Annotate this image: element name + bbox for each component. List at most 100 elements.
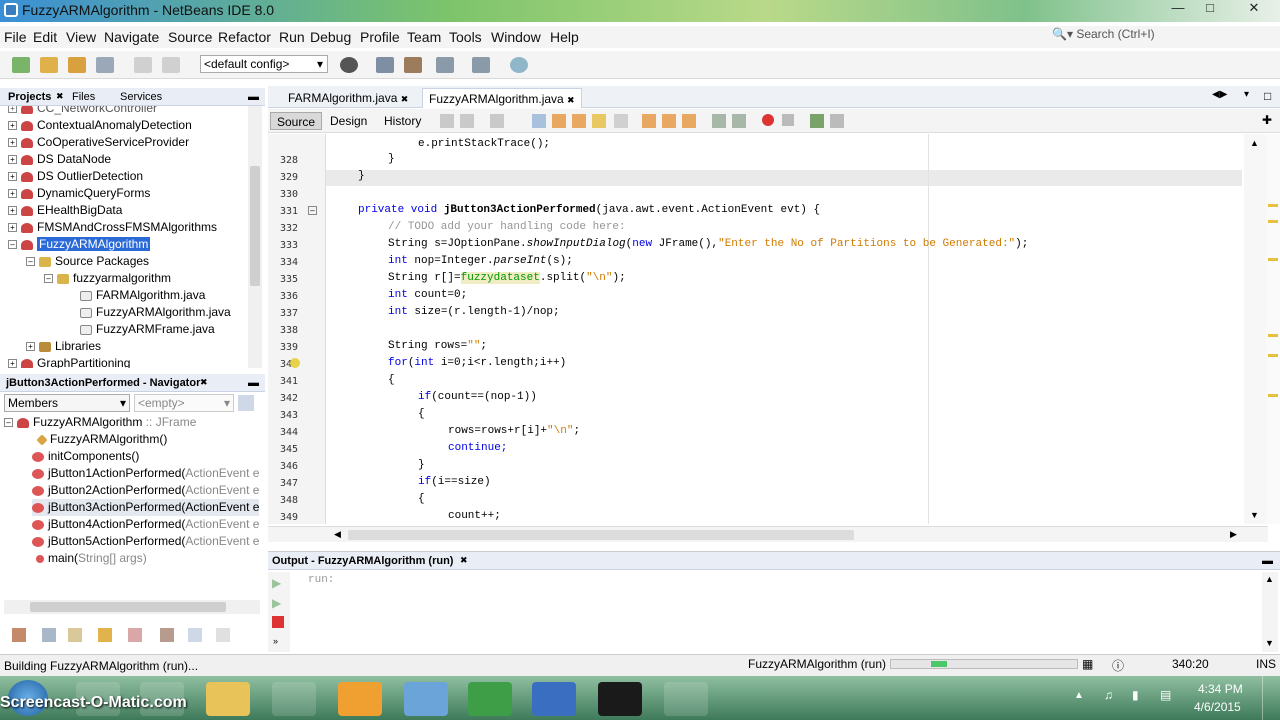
uncomment-icon[interactable] bbox=[830, 114, 844, 128]
tree-item[interactable]: FARMAlgorithm.java bbox=[80, 287, 205, 304]
stop-icon[interactable] bbox=[272, 616, 284, 628]
tree-item[interactable]: + Libraries bbox=[26, 338, 101, 355]
menu-source[interactable]: Source bbox=[168, 29, 212, 45]
menu-team[interactable]: Team bbox=[407, 29, 441, 45]
cancel-task-icon[interactable]: ▦ bbox=[1082, 657, 1093, 671]
member-item[interactable]: initComponents() bbox=[32, 448, 139, 465]
member-item[interactable]: jButton4ActionPerformed(ActionEvent e bbox=[32, 516, 259, 533]
app-taskbar-icon[interactable] bbox=[338, 682, 382, 716]
clock-time[interactable]: 4:34 PM bbox=[1198, 682, 1243, 696]
filter-nonpublic-icon[interactable] bbox=[98, 628, 112, 642]
maximize-icon[interactable]: □ bbox=[1196, 0, 1224, 16]
excel-taskbar-icon[interactable] bbox=[468, 682, 512, 716]
minimize-icon[interactable]: — bbox=[1164, 0, 1192, 16]
stop-macro-icon[interactable] bbox=[782, 114, 794, 126]
filter-settings-icon[interactable] bbox=[238, 395, 254, 411]
filter-static-icon[interactable] bbox=[68, 628, 82, 642]
tree-item[interactable]: + GraphPartitioning bbox=[8, 355, 130, 368]
scrollbar[interactable] bbox=[248, 106, 262, 368]
tree-item[interactable]: – Source Packages bbox=[26, 253, 149, 270]
rerun-different-icon[interactable]: ▶ bbox=[272, 596, 281, 610]
scrollbar[interactable]: ▲ ▼ bbox=[1262, 572, 1278, 652]
undo-icon[interactable] bbox=[134, 57, 152, 73]
tab-files[interactable]: Files bbox=[72, 91, 95, 103]
members-select[interactable]: Members ▾ bbox=[4, 394, 130, 412]
tree-item[interactable]: + EHealthBigData bbox=[8, 202, 122, 219]
tab-source[interactable]: Source bbox=[270, 112, 323, 130]
toggle-bookmark-icon[interactable] bbox=[682, 114, 696, 128]
member-item[interactable]: jButton5ActionPerformed(ActionEvent e bbox=[32, 533, 259, 550]
toggle-highlight-icon[interactable] bbox=[592, 114, 606, 128]
minimize-panel-icon[interactable]: ▬ bbox=[1262, 555, 1273, 567]
comment-icon[interactable] bbox=[810, 114, 824, 128]
member-item[interactable]: main(String[] args) bbox=[36, 550, 147, 567]
scroll-tabs-icon[interactable]: ◀▶ bbox=[1212, 89, 1227, 100]
fold-toggle-icon[interactable]: – bbox=[308, 206, 317, 215]
member-item-selected[interactable]: jButton3ActionPerformed(ActionEvent e bbox=[32, 499, 260, 516]
menu-refactor[interactable]: Refactor bbox=[218, 29, 271, 45]
redo-icon[interactable] bbox=[162, 57, 180, 73]
tree-item[interactable]: – FuzzyARMAlgorithm :: JFrame bbox=[4, 414, 196, 431]
minimize-panel-icon[interactable]: ▬ bbox=[248, 377, 259, 389]
tree-item[interactable]: + DS DataNode bbox=[8, 151, 111, 168]
run-project-icon[interactable] bbox=[436, 57, 454, 73]
clock-date[interactable]: 4/6/2015 bbox=[1194, 700, 1241, 714]
close-icon[interactable]: ✖ bbox=[56, 91, 64, 102]
last-edit-icon[interactable] bbox=[440, 114, 454, 128]
debug-project-icon[interactable] bbox=[472, 57, 490, 73]
tree-item[interactable]: + DynamicQueryForms bbox=[8, 185, 150, 202]
tab-fuzzyarmalgorithm[interactable]: FuzzyARMAlgorithm.java ✖ bbox=[422, 88, 582, 108]
task-name[interactable]: FuzzyARMAlgorithm (run) bbox=[748, 657, 886, 671]
search-input[interactable]: Search (Ctrl+I) bbox=[1076, 27, 1154, 41]
clean-build-icon[interactable] bbox=[404, 57, 422, 73]
hint-bulb-icon[interactable] bbox=[290, 358, 300, 368]
volume-icon[interactable]: ♫ bbox=[1104, 688, 1113, 702]
member-item[interactable]: FuzzyARMAlgorithm() bbox=[36, 431, 167, 448]
tab-history[interactable]: History bbox=[378, 112, 427, 130]
split-icon[interactable]: ✚ bbox=[1262, 113, 1272, 127]
cmd-taskbar-icon[interactable] bbox=[598, 682, 642, 716]
member-item[interactable]: jButton1ActionPerformed(ActionEvent e bbox=[32, 465, 259, 482]
sort-icon[interactable] bbox=[12, 628, 26, 642]
network-icon[interactable]: ▤ bbox=[1160, 688, 1171, 702]
close-icon[interactable]: ✖ bbox=[200, 377, 208, 388]
menu-file[interactable]: File bbox=[4, 29, 27, 45]
find-previous-icon[interactable] bbox=[552, 114, 566, 128]
new-project-icon[interactable] bbox=[40, 57, 58, 73]
shift-right-icon[interactable] bbox=[732, 114, 746, 128]
menu-debug[interactable]: Debug bbox=[310, 29, 351, 45]
back-icon[interactable] bbox=[460, 114, 474, 128]
vertical-scrollbar[interactable]: ▲ ▼ bbox=[1244, 134, 1266, 524]
close-icon[interactable]: ✕ bbox=[1240, 0, 1268, 16]
find-icon[interactable] bbox=[532, 114, 546, 128]
filter-fields-icon[interactable] bbox=[42, 628, 56, 642]
tree-item[interactable]: + CoOperativeServiceProvider bbox=[8, 134, 189, 151]
shift-left-icon[interactable] bbox=[712, 114, 726, 128]
sort-name-icon[interactable] bbox=[160, 628, 174, 642]
next-bookmark-icon[interactable] bbox=[662, 114, 676, 128]
tab-services[interactable]: Services bbox=[120, 91, 162, 103]
minimize-panel-icon[interactable]: ▬ bbox=[248, 91, 259, 103]
tree-item[interactable]: FuzzyARMFrame.java bbox=[80, 321, 215, 338]
config-select[interactable]: <default config> ▾ bbox=[200, 55, 328, 73]
close-icon[interactable]: ✖ bbox=[460, 555, 468, 566]
menu-profile[interactable]: Profile bbox=[360, 29, 400, 45]
filter-inherited-icon[interactable] bbox=[128, 628, 142, 642]
menu-window[interactable]: Window bbox=[491, 29, 541, 45]
build-icon[interactable] bbox=[376, 57, 394, 73]
filter-select[interactable]: <empty> ▾ bbox=[134, 394, 234, 412]
show-hidden-icons-icon[interactable]: ▲ bbox=[1074, 690, 1084, 701]
netbeans-taskbar-icon[interactable] bbox=[404, 682, 448, 716]
menu-view[interactable]: View bbox=[66, 29, 96, 45]
tree-item[interactable]: FuzzyARMAlgorithm.java bbox=[80, 304, 231, 321]
tree-item-selected[interactable]: – FuzzyARMAlgorithm bbox=[8, 236, 151, 253]
maximize-icon[interactable]: □ bbox=[1264, 89, 1271, 103]
menu-tools[interactable]: Tools bbox=[449, 29, 482, 45]
find-next-icon[interactable] bbox=[572, 114, 586, 128]
tools-taskbar-icon[interactable] bbox=[272, 682, 316, 716]
tab-farmalgorithm[interactable]: FARMAlgorithm.java ✖ bbox=[282, 88, 414, 108]
explorer-taskbar-icon[interactable] bbox=[206, 682, 250, 716]
chevron-down-icon[interactable]: ▾ bbox=[1244, 89, 1249, 100]
error-stripe[interactable] bbox=[1266, 134, 1280, 524]
toggle-rect-select-icon[interactable] bbox=[614, 114, 628, 128]
